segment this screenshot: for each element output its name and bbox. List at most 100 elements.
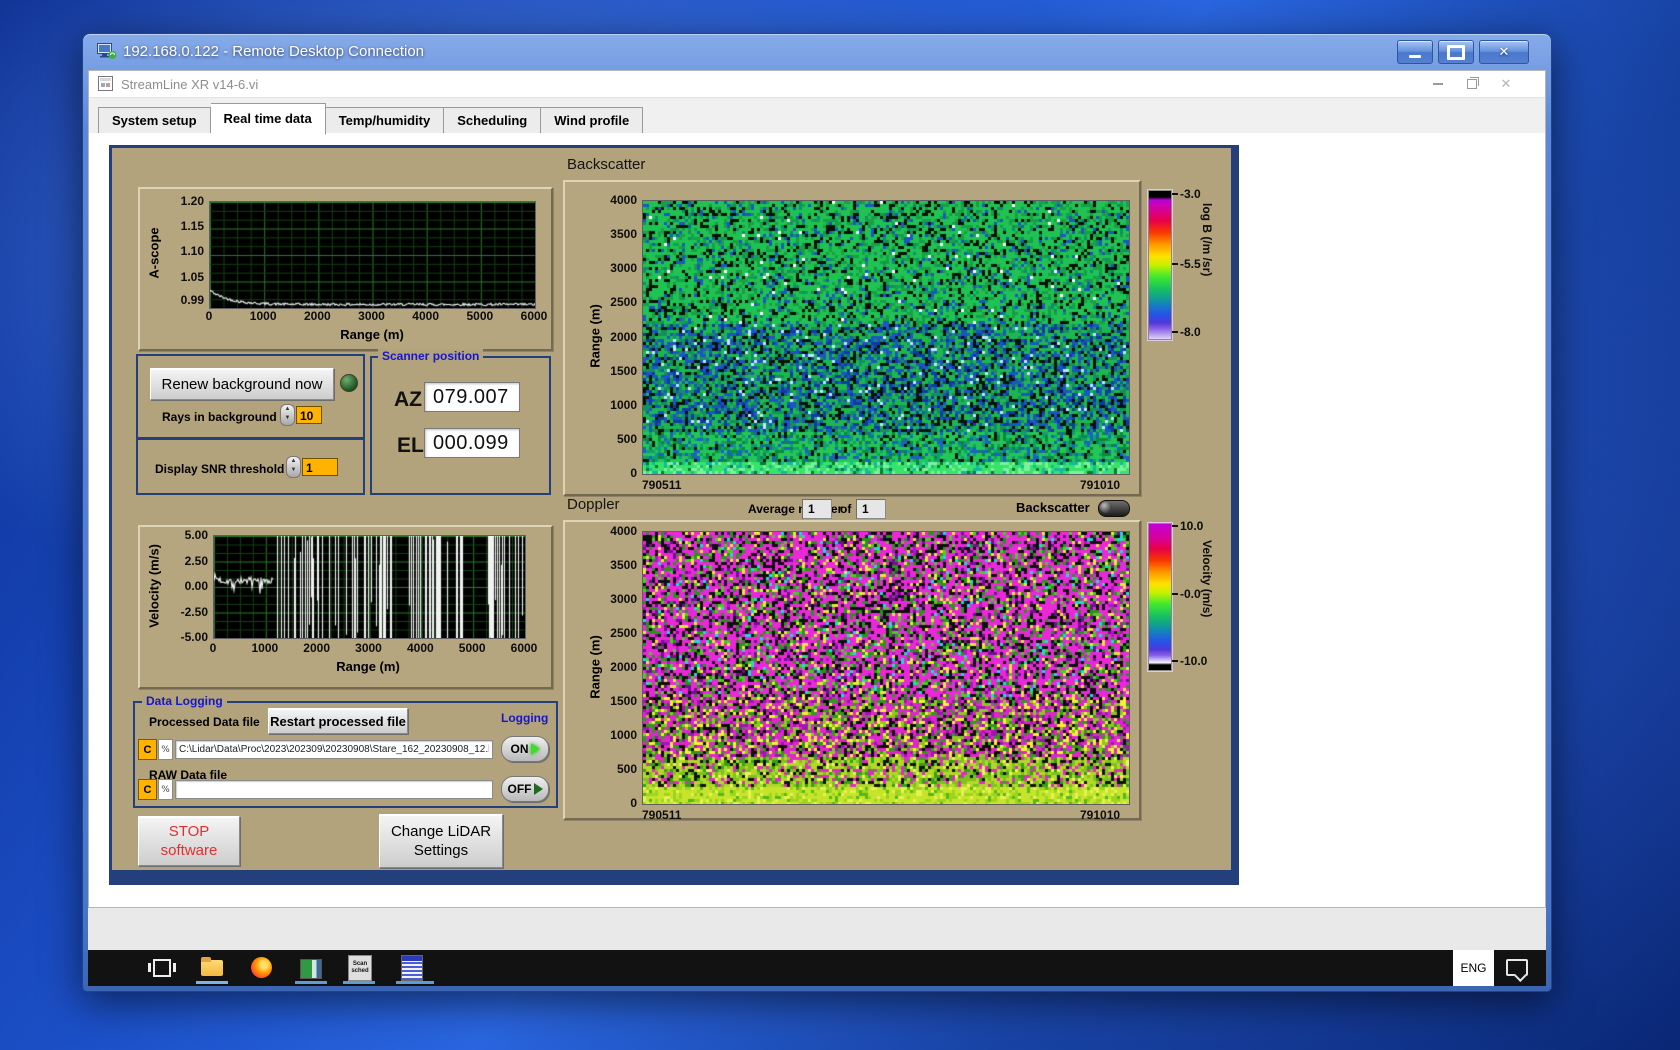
processed-logging-toggle[interactable]: ON bbox=[501, 736, 549, 762]
tick-label: 6000 bbox=[520, 309, 548, 323]
stop-button-line2: software bbox=[160, 842, 218, 859]
firefox-icon[interactable] bbox=[251, 957, 273, 979]
average-total-field[interactable]: 1 bbox=[856, 499, 886, 519]
app-titlebar[interactable]: StreamLine XR v14-6.vi ✕ bbox=[89, 71, 1545, 98]
raw-path-field[interactable] bbox=[175, 780, 493, 799]
minimize-icon bbox=[1409, 54, 1421, 58]
main-panel: A-scope Range (m) 1.20 1.15 1.10 1.05 0.99 0 1… bbox=[109, 145, 1239, 885]
tick-label bbox=[1172, 660, 1178, 662]
renew-background-button[interactable]: Renew background now bbox=[150, 368, 334, 400]
tick-label: 0.99 bbox=[180, 293, 204, 307]
tick-label: 2000 bbox=[610, 660, 637, 674]
spin-up-icon[interactable]: ▲ bbox=[285, 405, 291, 414]
velocity-graph: Velocity (m/s) Range (m) 5.00 2.50 0.00 -2.… bbox=[138, 525, 553, 689]
app-minimize-button[interactable] bbox=[1421, 71, 1455, 96]
tick-label: 5000 bbox=[466, 309, 494, 323]
backscatter-title: Backscatter bbox=[567, 156, 646, 173]
snr-threshold-label: Display SNR threshold bbox=[155, 462, 285, 476]
spin-down-icon[interactable]: ▼ bbox=[285, 414, 291, 423]
restore-icon bbox=[1467, 76, 1479, 89]
tick-label: 1.20 bbox=[180, 194, 204, 208]
scanner-position-box bbox=[370, 356, 551, 495]
change-lidar-settings-button[interactable]: Change LiDAR Settings bbox=[379, 814, 503, 868]
spin-down-icon[interactable]: ▼ bbox=[291, 466, 297, 475]
rdp-titlebar[interactable]: 192.168.0.122 - Remote Desktop Connectio… bbox=[83, 34, 1551, 70]
file-explorer-icon[interactable] bbox=[201, 957, 223, 979]
document-viewer-icon[interactable] bbox=[401, 955, 423, 981]
tick-label: 1.05 bbox=[180, 269, 204, 284]
logging-label: Logging bbox=[501, 711, 549, 725]
scan-scheduler-icon[interactable]: Scan sched bbox=[348, 955, 372, 981]
tick-label bbox=[1172, 193, 1178, 195]
rdp-close-button[interactable]: ✕ bbox=[1479, 40, 1529, 64]
tick-label: 0.00 bbox=[184, 579, 208, 593]
processed-drive-selector[interactable]: C bbox=[138, 739, 157, 760]
processed-path-field[interactable] bbox=[175, 740, 493, 759]
tick-label: -0.0 bbox=[1180, 587, 1201, 601]
snr-threshold-box: Display SNR threshold ▲ ▼ 1 bbox=[136, 438, 365, 495]
tick-label: 4000 bbox=[610, 193, 637, 207]
tab-system-setup[interactable]: System setup bbox=[98, 107, 211, 134]
scanner-position-title: Scanner position bbox=[378, 349, 484, 363]
tick-label: 6000 bbox=[510, 641, 538, 655]
app-restore-button[interactable] bbox=[1455, 71, 1489, 96]
taskbar: Scan sched ENG bbox=[88, 950, 1546, 986]
logging-on-led bbox=[530, 743, 540, 755]
tab-real-time-data[interactable]: Real time data bbox=[210, 103, 326, 135]
tick-label: 2000 bbox=[610, 329, 637, 344]
ascope-graph: A-scope Range (m) 1.20 1.15 1.10 1.05 0.99 0 1… bbox=[138, 187, 553, 351]
tick-label: 3000 bbox=[355, 641, 382, 655]
task-view-icon[interactable] bbox=[148, 957, 176, 979]
tick-label: 790511 bbox=[642, 478, 682, 492]
streamline-app-icon[interactable] bbox=[300, 957, 322, 979]
tick-label: 2000 bbox=[303, 309, 331, 323]
processed-browse-icon[interactable]: % bbox=[158, 739, 173, 760]
raw-browse-icon[interactable]: % bbox=[158, 779, 173, 800]
rays-value-field[interactable]: 10 bbox=[296, 406, 322, 424]
raw-drive-selector[interactable]: C bbox=[138, 779, 157, 800]
tick-label: 5.00 bbox=[184, 528, 208, 542]
tick-label bbox=[1172, 525, 1178, 527]
raw-logging-toggle[interactable]: OFF bbox=[501, 776, 549, 802]
elevation-display: 000.099 bbox=[424, 428, 520, 458]
elevation-label: EL bbox=[397, 434, 424, 457]
doppler-graph: Range (m) 4000 3500 3000 2500 2000 1500 1000 50… bbox=[563, 520, 1141, 822]
processed-data-file-label: Processed Data file bbox=[149, 715, 260, 729]
spin-up-icon[interactable]: ▲ bbox=[291, 457, 297, 466]
tick-label: 2500 bbox=[610, 295, 637, 310]
tab-wind-profile[interactable]: Wind profile bbox=[541, 107, 644, 134]
backscatter-display-toggle[interactable] bbox=[1098, 500, 1130, 517]
restart-processed-file-button[interactable]: Restart processed file bbox=[268, 708, 408, 734]
tab-temp-humidity[interactable]: Temp/humidity bbox=[325, 107, 445, 134]
average-number-field[interactable]: 1 bbox=[802, 499, 832, 519]
tick-label bbox=[1172, 263, 1178, 265]
app-close-button[interactable]: ✕ bbox=[1489, 71, 1523, 96]
vi-icon bbox=[98, 76, 113, 96]
tick-label: 1.15 bbox=[180, 219, 204, 234]
tab-scheduling[interactable]: Scheduling bbox=[444, 107, 542, 134]
tick-label: 1000 bbox=[249, 309, 277, 323]
ascope-plot bbox=[209, 201, 536, 309]
tick-label: 3000 bbox=[610, 592, 637, 606]
tick-label: 791010 bbox=[1080, 478, 1121, 492]
tick-label: 10.0 bbox=[1180, 519, 1204, 533]
snr-spinner[interactable]: ▲ ▼ bbox=[286, 456, 301, 478]
tick-label: 500 bbox=[616, 762, 637, 776]
rdp-window: 192.168.0.122 - Remote Desktop Connectio… bbox=[82, 33, 1552, 992]
rdp-minimize-button[interactable] bbox=[1397, 40, 1433, 64]
tick-label: -10.0 bbox=[1180, 654, 1208, 668]
tick-label: 1000 bbox=[251, 641, 279, 655]
tick-label bbox=[1172, 331, 1178, 333]
tick-label: 3500 bbox=[610, 558, 637, 572]
rays-spinner[interactable]: ▲ ▼ bbox=[280, 404, 295, 426]
rdp-maximize-button[interactable] bbox=[1438, 40, 1474, 64]
snr-value-field[interactable]: 1 bbox=[302, 458, 338, 476]
app-window-title: StreamLine XR v14-6.vi bbox=[121, 77, 259, 92]
doppler-title: Doppler bbox=[567, 496, 620, 513]
language-indicator[interactable]: ENG bbox=[1453, 950, 1494, 986]
action-center-icon[interactable] bbox=[1506, 959, 1528, 976]
tick-label: 1.10 bbox=[180, 244, 204, 259]
open-indicator bbox=[343, 981, 375, 984]
stop-software-button[interactable]: STOP software bbox=[138, 816, 240, 866]
tick-label: 500 bbox=[616, 431, 637, 446]
